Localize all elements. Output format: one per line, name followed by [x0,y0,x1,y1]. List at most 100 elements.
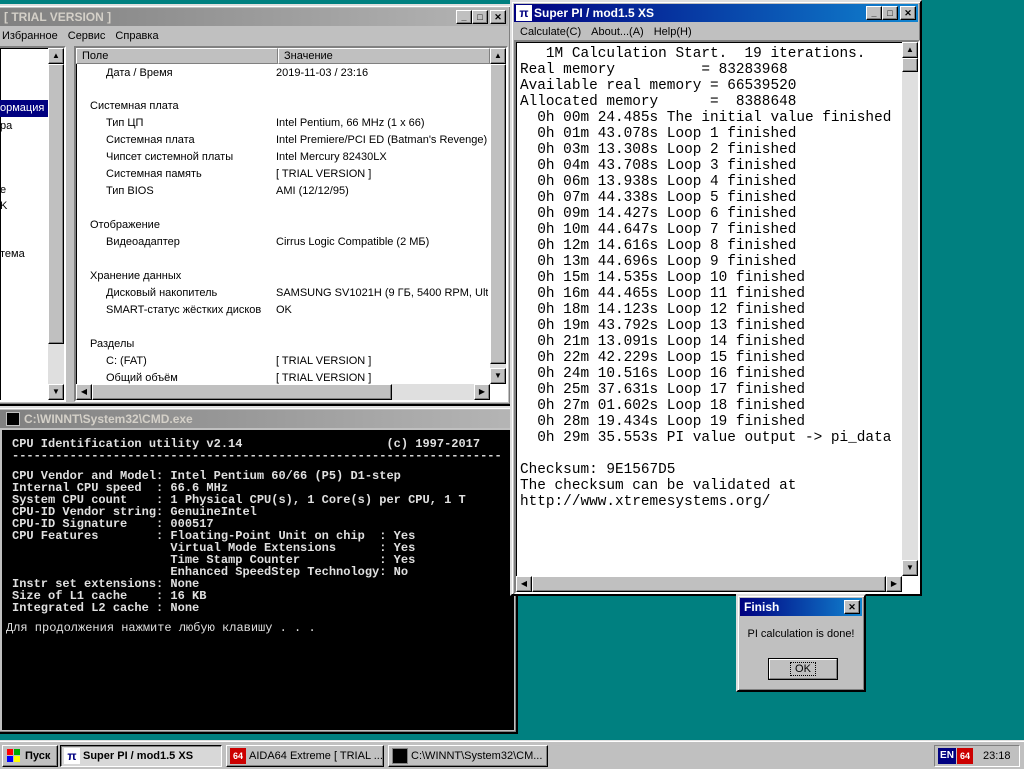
aida64-window[interactable]: [ TRIAL VERSION ] _ □ ✕ Избранное Сервис… [0,4,512,406]
details-hscrollbar[interactable]: ◀ ▶ [76,384,490,400]
superpi-hscrollbar[interactable]: ◀ ▶ [516,576,902,592]
taskbar-item-aida64[interactable]: 64 AIDA64 Extreme [ TRIAL ... [226,745,384,767]
taskbar-item-superpi[interactable]: π Super PI / mod1.5 XS [60,745,222,767]
maximize-button[interactable]: □ [472,10,488,24]
superpi-output[interactable]: 1M Calculation Start. 19 iterations. Real… [514,40,920,594]
field-value[interactable]: SAMSUNG SV1021H (9 ГБ, 5400 RPM, Ultra [276,285,488,302]
finish-titlebar[interactable]: Finish ✕ [740,598,862,616]
field-value[interactable]: 2019-11-03 / 23:16 [276,65,488,82]
log-line: 0h 18m 14.123s Loop 12 finished [520,302,805,318]
log-line: Real memory = 83283968 [520,62,788,78]
tree-item[interactable]: ра [0,118,12,135]
field-label[interactable]: Дисковый накопитель [106,285,217,302]
console-prompt: Для продолжения нажмите любую клавишу . … [6,621,316,635]
aida64-tray-icon[interactable]: 64 [957,748,973,764]
details-list[interactable]: Поле Значение Дата / Время 2019-11-03 / 2… [74,46,508,402]
superpi-titlebar[interactable]: π Super PI / mod1.5 XS _ □ ✕ [514,4,918,22]
taskbar-item-label: C:\WINNT\System32\CM... [411,750,543,762]
scroll-down-button[interactable]: ▼ [48,384,64,400]
close-button[interactable]: ✕ [490,10,506,24]
menu-service[interactable]: Сервис [63,30,111,42]
console-area[interactable]: CPU Identification utility v2.14 (c) 199… [2,430,514,730]
taskbar-item-cmd[interactable]: C:\WINNT\System32\CM... [388,745,548,767]
scroll-left-button[interactable]: ◀ [516,576,532,592]
system-tray: EN 64 23:18 [934,745,1020,767]
field-label[interactable]: C: (FAT) [106,353,147,370]
column-header-value[interactable]: Значение [278,48,490,64]
scroll-up-button[interactable]: ▲ [490,48,506,64]
console-line: ----------------------------------------… [12,449,502,463]
start-button[interactable]: Пуск [2,745,58,767]
menu-calculate[interactable]: Calculate(C) [514,26,586,38]
aida64-titlebar[interactable]: [ TRIAL VERSION ] _ □ ✕ [0,8,508,26]
field-label[interactable]: Тип ЦП [106,115,143,132]
scroll-thumb[interactable] [48,64,64,344]
start-label: Пуск [25,750,51,762]
console-line: Integrated L2 cache : None [12,601,200,615]
scroll-thumb[interactable] [902,58,918,72]
ok-button[interactable]: OK [768,658,838,680]
taskbar-item-label: Super PI / mod1.5 XS [83,750,194,762]
log-line: 0h 01m 43.078s Loop 1 finished [520,126,797,142]
field-value[interactable]: Intel Mercury 82430LX [276,149,488,166]
field-value[interactable]: Cirrus Logic Compatible (2 МБ) [276,234,488,251]
minimize-button[interactable]: _ [866,6,882,20]
cmd-title: C:\WINNT\System32\CMD.exe [24,412,193,426]
scroll-thumb[interactable] [532,576,886,592]
aida64-menubar: Избранное Сервис Справка [0,26,508,46]
field-value[interactable]: Intel Premiere/PCI ED (Batman's Revenge) [276,132,488,149]
scroll-left-button[interactable]: ◀ [76,384,92,400]
tree-item-info[interactable]: ормация [0,100,48,117]
close-button[interactable]: ✕ [844,600,860,614]
finish-message: PI calculation is done! [747,628,855,640]
field-label[interactable]: SMART-статус жёстких дисков [106,302,261,319]
field-value[interactable]: OK [276,302,488,319]
menu-favorites[interactable]: Избранное [0,30,63,42]
superpi-scrollbar[interactable]: ▲ ▼ [902,42,918,576]
menu-help[interactable]: Help(H) [649,26,697,38]
scroll-down-button[interactable]: ▼ [490,368,506,384]
field-value[interactable]: Intel Pentium, 66 MHz (1 x 66) [276,115,488,132]
tree-item[interactable]: K [0,198,7,215]
scroll-thumb[interactable] [490,64,506,364]
clock[interactable]: 23:18 [983,746,1011,766]
field-label[interactable]: Чипсет системной платы [106,149,233,166]
field-value[interactable]: [ TRIAL VERSION ] [276,166,488,183]
field-value[interactable]: [ TRIAL VERSION ] [276,353,488,370]
menu-about[interactable]: About...(A) [586,26,649,38]
minimize-button[interactable]: _ [456,10,472,24]
language-indicator[interactable]: EN [938,748,956,764]
scroll-thumb[interactable] [92,384,392,400]
cmd-window[interactable]: C:\WINNT\System32\CMD.exe CPU Identifica… [0,406,518,734]
log-line: 0h 29m 35.553s PI value output -> pi_dat… [520,430,892,446]
log-line: 0h 28m 19.434s Loop 19 finished [520,414,805,430]
scroll-right-button[interactable]: ▶ [474,384,490,400]
log-line: 0h 00m 24.485s The initial value finishe… [520,110,892,126]
finish-dialog[interactable]: Finish ✕ PI calculation is done! OK [736,594,866,692]
section-header: Хранение данных [90,270,182,282]
tree-item[interactable]: тема [0,246,25,263]
field-value[interactable]: AMI (12/12/95) [276,183,488,200]
menu-help[interactable]: Справка [110,30,163,42]
field-label[interactable]: Системная плата [106,132,195,149]
windows-logo-icon [6,748,22,764]
scroll-up-button[interactable]: ▲ [48,48,64,64]
maximize-button[interactable]: □ [882,6,898,20]
field-label[interactable]: Системная память [106,166,202,183]
field-label[interactable]: Видеоадаптер [106,234,180,251]
scroll-down-button[interactable]: ▼ [902,560,918,576]
column-header-field[interactable]: Поле [76,48,278,64]
details-vscrollbar[interactable]: ▲ ▼ [490,48,506,384]
superpi-window[interactable]: π Super PI / mod1.5 XS _ □ ✕ Calculate(C… [510,0,922,596]
close-button[interactable]: ✕ [900,6,916,20]
field-label[interactable]: Дата / Время [106,65,173,82]
navigation-tree[interactable]: ормация ра е K тема ▲ ▼ [0,46,66,402]
tree-scrollbar[interactable]: ▲ ▼ [48,48,64,400]
scroll-up-button[interactable]: ▲ [902,42,918,58]
log-line: 0h 13m 44.696s Loop 9 finished [520,254,797,270]
scroll-right-button[interactable]: ▶ [886,576,902,592]
field-label[interactable]: Тип BIOS [106,183,154,200]
cmd-titlebar[interactable]: C:\WINNT\System32\CMD.exe [0,410,514,428]
tree-item[interactable]: е [0,182,6,199]
